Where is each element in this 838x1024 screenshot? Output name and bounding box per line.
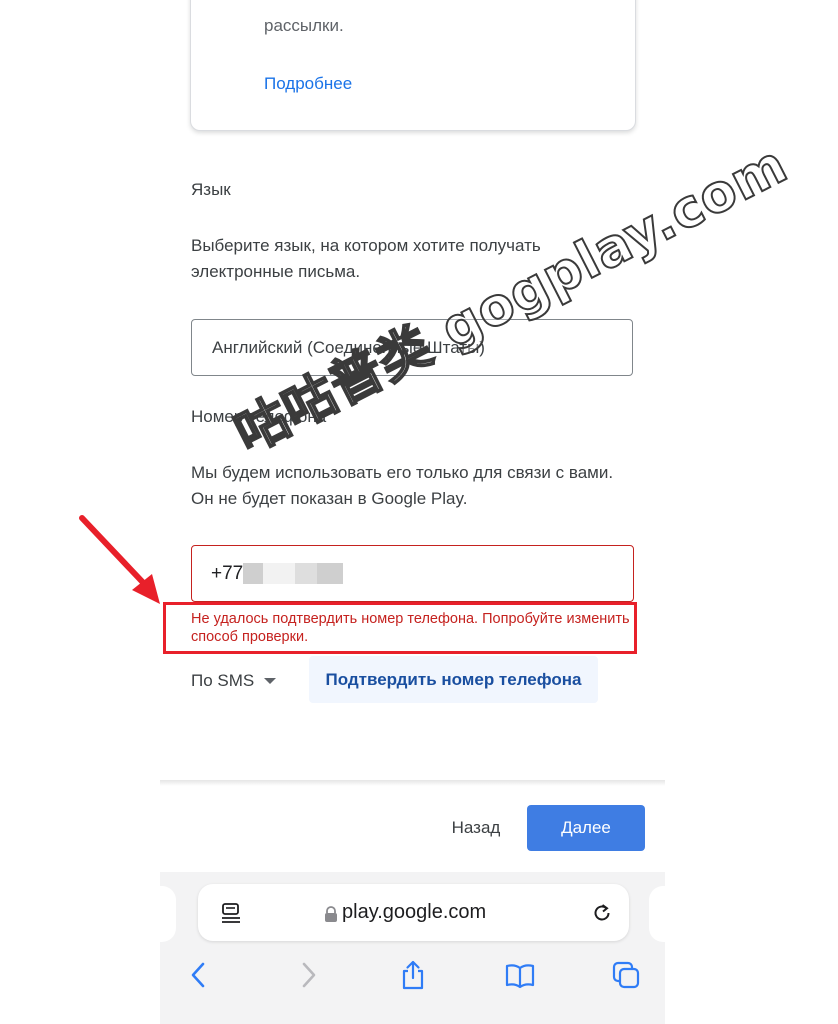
forward-chevron-icon[interactable]	[293, 960, 323, 990]
info-card: рассылки. Подробнее	[190, 0, 636, 131]
language-select-value: Английский (Соединенные Штаты)	[212, 337, 485, 357]
verify-phone-button[interactable]: Подтвердить номер телефона	[309, 656, 598, 703]
chevron-down-icon	[264, 678, 277, 684]
annotation-arrow	[79, 515, 160, 604]
previous-tab-preview[interactable]	[146, 886, 176, 942]
phone-number-field[interactable]: +77	[191, 545, 634, 602]
next-button[interactable]: Далее	[527, 805, 645, 851]
language-label: Язык	[191, 180, 231, 199]
back-button[interactable]: Назад	[436, 805, 516, 851]
phone-number-prefix: +77	[211, 562, 244, 584]
next-tab-preview[interactable]	[649, 886, 679, 942]
phone-error-message: Не удалось подтвердить номер телефона. П…	[191, 611, 630, 645]
redaction-block	[263, 563, 296, 584]
tabs-icon[interactable]	[611, 960, 641, 990]
language-select[interactable]: Английский (Соединенные Штаты)	[191, 319, 633, 376]
verification-method-select[interactable]: По SMS	[191, 666, 277, 696]
phone-label: Номер телефона	[191, 407, 327, 426]
url-text: play.google.com	[342, 901, 487, 923]
more-link[interactable]: Подробнее	[264, 74, 352, 94]
address-bar[interactable]: play.google.com	[198, 884, 629, 941]
card-tail-text: рассылки.	[264, 16, 344, 35]
browser-toolbar: play.google.com	[146, 872, 679, 1024]
back-chevron-icon[interactable]	[184, 960, 214, 990]
verification-method-value: По SMS	[191, 671, 255, 690]
redaction-block	[295, 563, 318, 584]
bookmarks-icon[interactable]	[505, 960, 535, 990]
redaction-block	[243, 563, 264, 584]
redaction-block	[317, 563, 344, 584]
lock-icon	[325, 906, 337, 922]
language-description: Выберите язык, на котором хотите получат…	[191, 236, 541, 281]
footer-divider	[160, 780, 665, 786]
phone-description: Мы будем использовать его только для свя…	[191, 463, 614, 508]
phone-screen: рассылки. Подробнее Язык Выберите язык, …	[146, 0, 679, 1024]
share-icon[interactable]	[398, 960, 428, 990]
reload-icon[interactable]	[590, 901, 614, 925]
reader-icon[interactable]	[220, 902, 242, 924]
